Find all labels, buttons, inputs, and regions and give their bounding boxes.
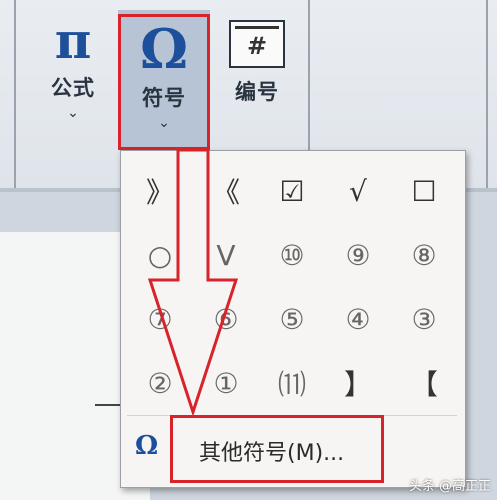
annotation-arrow-icon [147,148,239,417]
watermark: 头条 @高正正 [408,479,491,494]
